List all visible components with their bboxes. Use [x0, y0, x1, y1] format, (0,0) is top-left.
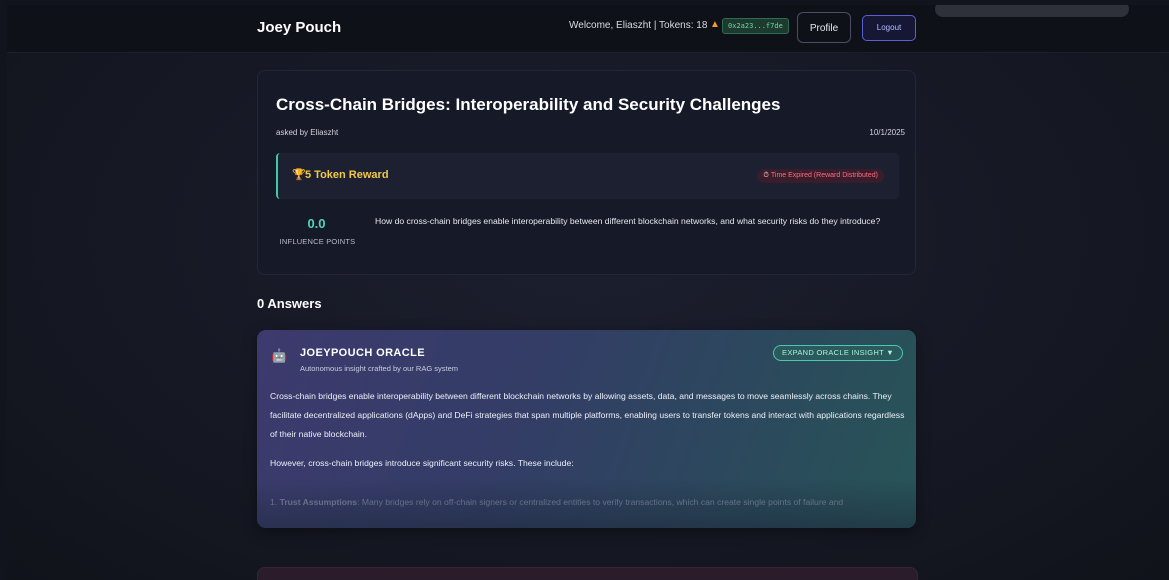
expired-status-text: Time Expired (Reward Distributed) [770, 172, 878, 179]
expand-oracle-insight-button[interactable]: EXPAND ORACLE INSIGHT ▼ [773, 345, 903, 361]
influence-points-value: 0.0 [307, 216, 326, 231]
oracle-paragraph: However, cross-chain bridges introduce s… [270, 458, 574, 468]
expired-status-badge: ⏱ Time Expired (Reward Distributed) [757, 169, 884, 183]
oracle-title: JOEYPOUCH ORACLE [300, 347, 425, 359]
asked-by-text: asked by Eliaszht [276, 128, 339, 137]
reward-label: 5 Token Reward [305, 169, 389, 181]
welcome-token-text: Welcome, Eliaszht | Tokens: 18 [569, 20, 708, 31]
oracle-paragraph: Cross-chain bridges enable interoperabil… [270, 391, 905, 439]
oracle-insight-card: 🤖 JOEYPOUCH ORACLE Autonomous insight cr… [257, 330, 916, 528]
trophy-icon: 🏆 [292, 169, 306, 181]
answers-heading: 0 Answers [257, 296, 322, 311]
brand-logo-text[interactable]: Joey Pouch [257, 19, 341, 36]
overlay-widget [935, 5, 1129, 17]
question-card: Cross-Chain Bridges: Interoperability an… [257, 70, 916, 275]
list-text: : Many bridges rely on off-chain signers… [357, 497, 844, 507]
robot-icon: 🤖 [271, 348, 288, 363]
oracle-subtitle: Autonomous insight crafted by our RAG sy… [300, 364, 458, 373]
page: Joey Pouch Welcome, Eliaszht | Tokens: 1… [7, 5, 1169, 580]
metamask-fox-icon: ▲ [710, 19, 720, 30]
oracle-answer-text: Cross-chain bridges enable interoperabil… [270, 387, 910, 483]
stopwatch-icon: ⏱ [763, 172, 769, 179]
question-title: Cross-Chain Bridges: Interoperability an… [276, 95, 781, 114]
list-number: 1. [270, 497, 280, 507]
question-date: 10/1/2025 [869, 128, 905, 137]
logout-button[interactable]: Logout [862, 15, 916, 41]
oracle-list-item: 1. Trust Assumptions: Many bridges rely … [270, 493, 910, 512]
wallet-address-badge[interactable]: 0x2a23...f7de [722, 18, 789, 34]
profile-button[interactable]: Profile [797, 12, 851, 43]
influence-points-label: INFLUENCE POINTS [279, 237, 356, 246]
question-body: How do cross-chain bridges enable intero… [375, 216, 881, 226]
list-term: Trust Assumptions [279, 497, 358, 507]
next-card-partial [257, 567, 918, 580]
reward-panel: 🏆 5 Token Reward ⏱ Time Expired (Reward D… [276, 153, 899, 199]
